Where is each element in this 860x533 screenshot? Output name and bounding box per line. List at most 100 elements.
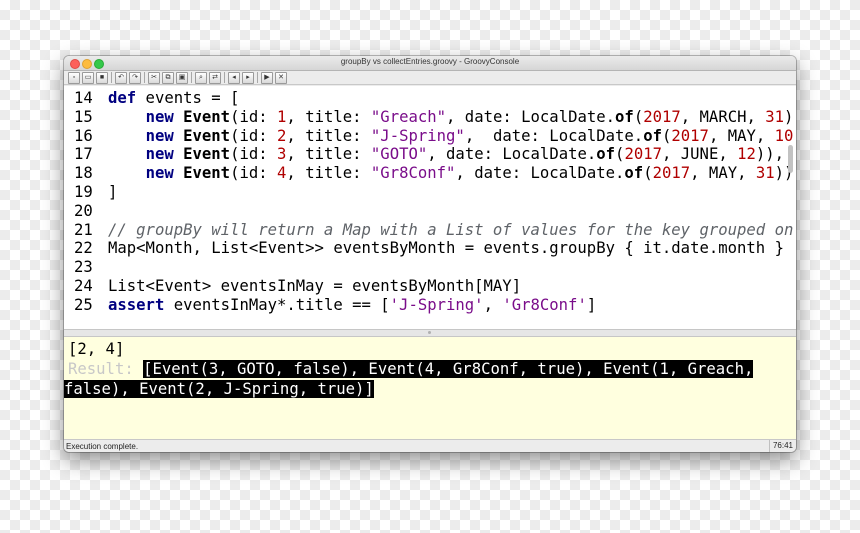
- code-token: , MARCH,: [680, 107, 766, 126]
- interrupt-icon: ✕: [278, 73, 284, 81]
- result-line: Result: [Event(3, GOTO, false), Event(4,…: [68, 359, 754, 379]
- code-token: List<Event> eventsInMay = eventsByMonth[…: [108, 277, 522, 295]
- find-button[interactable]: ⌕: [195, 71, 207, 84]
- code-token: 10: [774, 126, 794, 145]
- status-message: Execution complete.: [66, 442, 139, 451]
- paste-button[interactable]: ▣: [176, 71, 188, 84]
- code-token: )),: [784, 107, 796, 126]
- code-line: 23: [74, 258, 108, 277]
- undo-button[interactable]: ↶: [115, 71, 127, 84]
- replace-button[interactable]: ⇄: [209, 71, 221, 84]
- code-token: // groupBy will return a Map with a List…: [108, 220, 794, 239]
- save-button[interactable]: ■: [96, 71, 108, 84]
- redo-button[interactable]: ↷: [129, 71, 141, 84]
- line-number: 20: [74, 201, 93, 220]
- new-file-button[interactable]: ▫: [68, 71, 80, 84]
- code-line: 21 // groupBy will return a Map with a Li…: [74, 221, 793, 240]
- code-token: 2017: [671, 126, 709, 145]
- toolbar-separator: [111, 72, 112, 83]
- code-token: Event: [183, 145, 231, 164]
- run-button[interactable]: ▶: [261, 71, 273, 84]
- code-token: (id:: [230, 145, 278, 164]
- code-line: 25 assert eventsInMay*.title == ['J-Sprin…: [74, 296, 596, 315]
- code-token: )),: [755, 145, 785, 164]
- code-token: ,: [483, 295, 503, 314]
- code-line: 17 new Event(id: 3, title: "GOTO", date:…: [74, 145, 784, 164]
- code-line: 16 new Event(id: 2, title: "J-Spring", d…: [74, 127, 796, 146]
- code-line: 24 List<Event> eventsInMay = eventsByMont…: [74, 277, 521, 296]
- code-token: of: [643, 126, 662, 145]
- undo-icon: ↶: [118, 73, 124, 81]
- open-icon: ▭: [84, 73, 92, 81]
- toolbar-separator: [144, 72, 145, 83]
- replace-icon: ⇄: [212, 73, 218, 81]
- interrupt-button[interactable]: ✕: [275, 71, 287, 84]
- code-token: , date: LocalDate.: [427, 145, 597, 164]
- code-token: ]: [586, 295, 597, 314]
- history-previous-button[interactable]: ◂: [228, 71, 240, 84]
- toolbar-separator: [257, 72, 258, 83]
- find-icon: ⌕: [199, 73, 203, 81]
- line-number: 17: [74, 145, 93, 164]
- code-token: 4: [277, 164, 287, 183]
- code-token: events = [: [136, 89, 240, 107]
- history-next-icon: ▸: [246, 73, 250, 81]
- run-icon: ▶: [264, 73, 270, 81]
- code-token: of: [624, 164, 644, 183]
- code-token: "GOTO": [370, 145, 428, 164]
- code-token: def: [108, 89, 137, 107]
- split-pane-divider[interactable]: [64, 329, 796, 337]
- code-token: 2: [277, 126, 287, 145]
- code-token: 3: [277, 145, 287, 164]
- cut-button[interactable]: ✂: [148, 71, 160, 84]
- code-token: 'J-Spring': [389, 295, 484, 314]
- code-token: 31: [755, 164, 775, 183]
- code-editor[interactable]: 25 assert eventsInMay*.title == ['J-Sprin…: [64, 86, 796, 329]
- code-token: (id:: [230, 126, 278, 145]
- line-number: 14: [74, 89, 93, 107]
- code-token: Event: [183, 164, 231, 183]
- code-token: (id:: [230, 107, 278, 126]
- code-token: "Gr8Conf": [370, 164, 456, 183]
- code-token: (: [643, 164, 653, 183]
- cut-icon: ✂: [151, 73, 157, 81]
- code-token: ]: [108, 183, 118, 201]
- code-token: eventsInMay*.title == [: [164, 295, 390, 314]
- selected-result-text-continued[interactable]: false), Event(2, J-Spring, true)]: [64, 380, 374, 398]
- copy-button[interactable]: ⧉: [162, 71, 174, 84]
- code-token: 1: [277, 107, 287, 126]
- code-token: (: [633, 107, 644, 126]
- output-line: [2, 4]: [68, 340, 125, 358]
- line-number: 22: [74, 239, 93, 258]
- window-title: groupBy vs collectEntries.groovy - Groov…: [340, 57, 520, 66]
- code-line: 22 Map<Month, List<Event>> eventsByMonth …: [74, 239, 784, 258]
- history-previous-icon: ◂: [232, 73, 236, 81]
- code-token: Map<Month, List<Event>> eventsByMonth = …: [108, 239, 784, 258]
- save-icon: ■: [99, 73, 105, 81]
- code-token: , title:: [286, 126, 371, 145]
- output-pane[interactable]: [2, 4] Result: [Event(3, GOTO, false), E…: [64, 337, 796, 439]
- line-number: 19: [74, 183, 93, 201]
- divider-grip-icon: [428, 331, 431, 334]
- history-next-button[interactable]: ▸: [242, 71, 254, 84]
- open-button[interactable]: ▭: [82, 71, 94, 84]
- code-token: new: [145, 145, 174, 164]
- code-token: "Greach": [370, 107, 447, 126]
- code-token: 2017: [652, 164, 691, 183]
- code-token: , date: LocalDate.: [446, 107, 616, 126]
- code-token: "J-Spring": [370, 126, 465, 145]
- selected-result-text[interactable]: [Event(3, GOTO, false), Event(4, Gr8Conf…: [143, 360, 754, 378]
- groovy-console-window: groupBy vs collectEntries.groovy - Groov…: [64, 56, 796, 452]
- code-token: of: [615, 107, 634, 126]
- toolbar-separator: [191, 72, 192, 83]
- result-line-continued: false), Event(2, J-Spring, true)]: [64, 379, 374, 399]
- title-bar[interactable]: groupBy vs collectEntries.groovy - Groov…: [64, 56, 796, 71]
- line-number: 21: [74, 220, 93, 239]
- code-token: assert: [108, 295, 165, 314]
- editor-vertical-scrollbar[interactable]: [788, 145, 793, 173]
